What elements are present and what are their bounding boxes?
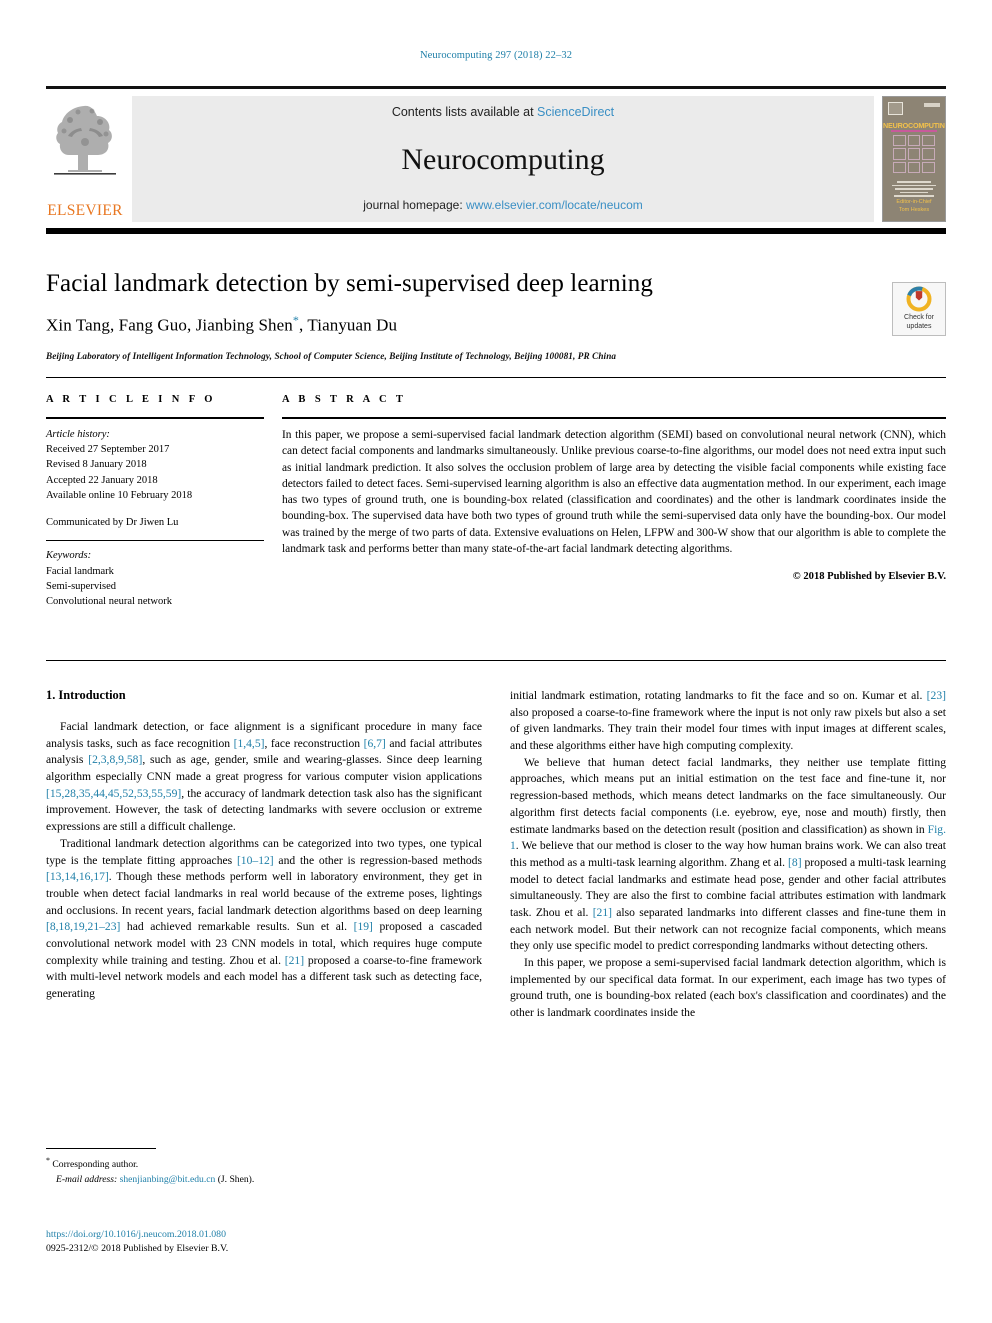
- article-history-accepted: Accepted 22 January 2018: [46, 474, 158, 486]
- author-names: Xin Tang, Fang Guo, Jianbing Shen: [46, 315, 293, 335]
- citation-link[interactable]: [6,7]: [364, 737, 386, 750]
- paragraph-text: . Though these methods perform well in l…: [46, 870, 482, 917]
- paragraph-text: , face reconstruction: [264, 736, 364, 750]
- contents-prefix: Contents lists available at: [391, 105, 538, 119]
- citation-link[interactable]: [8,18,19,21–23]: [46, 920, 120, 933]
- elsevier-tree-icon: [54, 105, 116, 175]
- article-info-heading: A R T I C L E I N F O: [46, 394, 216, 405]
- crossmark-label-line1: Check for: [904, 314, 934, 322]
- journal-homepage-link[interactable]: www.elsevier.com/locate/neucom: [466, 198, 643, 212]
- article-info-column: A R T I C L E I N F O Article history: R…: [46, 394, 282, 609]
- corresponding-author-text: Corresponding author.: [52, 1159, 139, 1171]
- elsevier-logo: ELSEVIER: [46, 96, 124, 222]
- paragraph-text: had achieved remarkable results. Sun et …: [120, 920, 354, 934]
- title-block: Facial landmark detection by semi-superv…: [46, 228, 946, 361]
- cover-barcode: [924, 103, 940, 107]
- article-info-rule: [46, 417, 264, 419]
- citation-link[interactable]: [21]: [593, 906, 612, 919]
- cover-title: NEUROCOMPUTING: [883, 121, 946, 130]
- journal-title: Neurocomputing: [401, 142, 605, 176]
- page-title: Facial landmark detection by semi-superv…: [46, 270, 653, 297]
- paragraph-text: initial landmark estimation, rotating la…: [510, 689, 927, 702]
- author-names-tail: , Tianyuan Du: [298, 315, 398, 335]
- article-history-label: Article history:: [46, 429, 110, 440]
- body-separator-rule: [46, 660, 946, 661]
- journal-cover-thumbnail: NEUROCOMPUTING Editor-in-Chief Tom Heske…: [882, 96, 946, 222]
- right-paragraphs: initial landmark estimation, rotating la…: [510, 688, 946, 1022]
- crossmark-icon: [906, 286, 932, 312]
- affiliation: Beijing Laboratory of Intelligent Inform…: [46, 351, 617, 362]
- body-paragraph: We believe that human detect facial land…: [510, 755, 946, 955]
- abstract-rule: [282, 417, 946, 419]
- email-label: E-mail address:: [56, 1173, 118, 1185]
- abstract-text: In this paper, we propose a semi-supervi…: [282, 429, 946, 556]
- doi-link[interactable]: https://doi.org/10.1016/j.neucom.2018.01…: [46, 1228, 476, 1242]
- abstract-column: A B S T R A C T In this paper, we propos…: [282, 394, 946, 609]
- paragraph-text: In this paper, we propose a semi-supervi…: [510, 956, 946, 1020]
- crossmark-badge[interactable]: Check for updates: [892, 282, 946, 336]
- footnote-marker: *: [46, 1156, 50, 1165]
- issn-copyright-line: 0925-2312/© 2018 Published by Elsevier B…: [46, 1243, 229, 1255]
- cover-logo-box: [888, 102, 903, 115]
- journal-band: Contents lists available at ScienceDirec…: [132, 96, 874, 222]
- body-paragraph: In this paper, we propose a semi-supervi…: [510, 955, 946, 1022]
- paragraph-text: also proposed a coarse-to-fine framework…: [510, 705, 946, 753]
- cover-footer-line2: Tom Heskes: [898, 206, 930, 213]
- journal-homepage-line: journal homepage: www.elsevier.com/locat…: [363, 198, 643, 212]
- cover-footer-line1: Editor-in-Chief: [896, 198, 932, 205]
- citation-link[interactable]: [8]: [788, 856, 802, 869]
- article-history-online: Available online 10 February 2018: [46, 489, 193, 501]
- crossmark-label-line2: updates: [906, 323, 932, 330]
- homepage-prefix: journal homepage:: [363, 198, 466, 212]
- paragraph-text: We believe that human detect facial land…: [510, 755, 946, 836]
- body-paragraph: Traditional landmark detection algorithm…: [46, 836, 482, 1003]
- footnote-block: * Corresponding author. E-mail address: …: [46, 1148, 476, 1187]
- sciencedirect-link[interactable]: ScienceDirect: [537, 105, 614, 119]
- citation-link[interactable]: [1,4,5]: [234, 737, 265, 750]
- journal-masthead: ELSEVIER Contents lists available at Sci…: [46, 86, 946, 222]
- elsevier-wordmark: ELSEVIER: [47, 202, 123, 219]
- citation-link[interactable]: [13,14,16,17]: [46, 870, 109, 883]
- cover-text-lines: [890, 179, 938, 199]
- keyword-item: Convolutional neural network: [46, 595, 172, 607]
- article-history-received: Received 27 September 2017: [46, 444, 170, 456]
- cover-grid: [893, 135, 935, 173]
- contents-available-line: Contents lists available at ScienceDirec…: [392, 105, 614, 119]
- info-abstract-region: A R T I C L E I N F O Article history: R…: [46, 377, 946, 609]
- email-link[interactable]: shenjianbing@bit.edu.cn: [120, 1174, 216, 1185]
- body-column-right: initial landmark estimation, rotating la…: [510, 688, 946, 1136]
- citation-link[interactable]: [15,28,35,44,45,52,53,55,59]: [46, 787, 181, 800]
- footnote-rule: [46, 1148, 156, 1149]
- citation-link[interactable]: [21]: [285, 954, 304, 967]
- keyword-item: Facial landmark: [46, 565, 114, 577]
- article-history-revised: Revised 8 January 2018: [46, 459, 147, 471]
- citation-link[interactable]: [2,3,8,9,58]: [88, 753, 142, 766]
- paragraph-text: and the other is regression-based method…: [273, 853, 482, 867]
- cover-footer: Editor-in-Chief Tom Heskes: [883, 198, 945, 215]
- doi-block: https://doi.org/10.1016/j.neucom.2018.01…: [46, 1228, 476, 1256]
- abstract-heading: A B S T R A C T: [282, 394, 407, 405]
- keyword-item: Semi-supervised: [46, 580, 116, 592]
- body-paragraph: Facial landmark detection, or face align…: [46, 719, 482, 836]
- communicated-by: Communicated by Dr Jiwen Lu: [46, 517, 179, 529]
- keywords-rule: [46, 540, 264, 542]
- citation-link[interactable]: [10–12]: [237, 854, 274, 867]
- keywords-label: Keywords:: [46, 550, 92, 562]
- body-columns: 1. Introduction Facial landmark detectio…: [46, 688, 946, 1136]
- author-list: Xin Tang, Fang Guo, Jianbing Shen*, Tian…: [46, 313, 946, 336]
- email-note: E-mail address: shenjianbing@bit.edu.cn …: [46, 1173, 476, 1187]
- email-owner: (J. Shen).: [217, 1173, 255, 1185]
- cover-accent-rule: [891, 130, 937, 132]
- body-paragraph: initial landmark estimation, rotating la…: [510, 688, 946, 755]
- citation-link[interactable]: [19]: [354, 920, 373, 933]
- section-title-introduction: 1. Introduction: [46, 688, 126, 702]
- abstract-copyright: © 2018 Published by Elsevier B.V.: [792, 571, 946, 583]
- paper-page: Neurocomputing 297 (2018) 22–32 ELSEVIER…: [0, 0, 992, 1323]
- citation-link[interactable]: [23]: [927, 689, 946, 702]
- corresponding-author-note: * Corresponding author.: [46, 1155, 476, 1173]
- running-head: Neurocomputing 297 (2018) 22–32: [419, 50, 573, 61]
- left-paragraphs: Facial landmark detection, or face align…: [46, 719, 482, 1003]
- body-column-left: 1. Introduction Facial landmark detectio…: [46, 688, 482, 1136]
